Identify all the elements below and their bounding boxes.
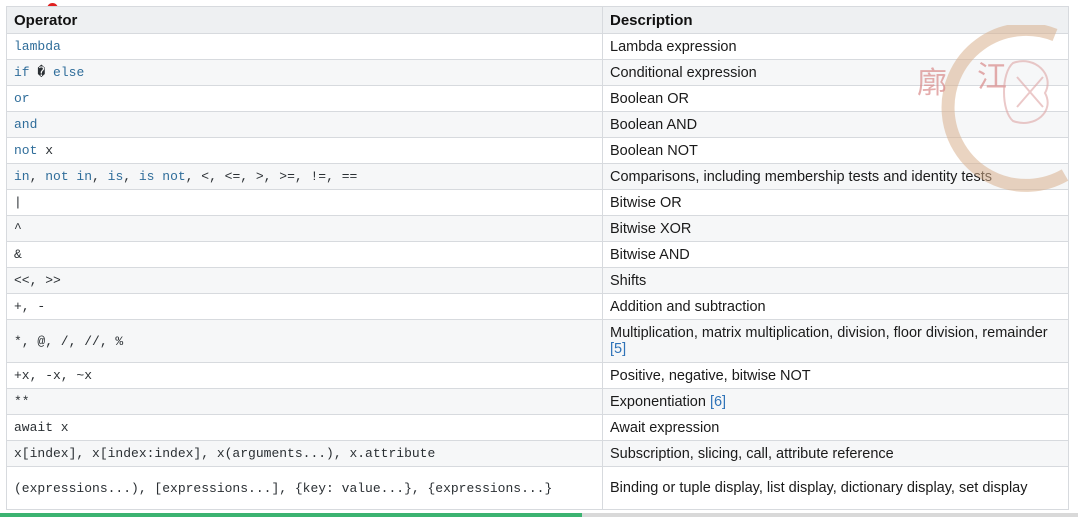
description-text: Exponentiation [610,393,706,410]
table-row: *, @, /, //, % Multiplication, matrix mul… [6,319,1069,363]
description-cell: Binding or tuple display, list display, … [602,466,1069,510]
operator-cell: +, - [6,293,603,320]
operator-keyword: lambda [14,39,61,54]
operator-cell: *, @, /, //, % [6,319,603,363]
description-text: Subscription, slicing, call, attribute r… [610,445,894,462]
operator-cell: <<, >> [6,267,603,294]
description-text: Bitwise XOR [610,220,692,237]
svg-text:廓: 廓 [917,66,947,101]
description-text: Boolean AND [610,116,698,133]
operator-cell: await x [6,414,603,441]
operator-text: , [29,169,46,184]
operator-text: ^ [14,221,22,236]
description-cell: Await expression [602,414,1069,441]
description-text: Await expression [610,419,720,436]
operator-keyword: and [14,117,38,132]
description-cell: Addition and subtraction [602,293,1069,320]
operator-text: ** [14,394,30,409]
table-row: <<, >> Shifts [6,267,1069,294]
operator-keyword: not in [45,169,93,184]
description-text: Boolean NOT [610,142,698,159]
video-progress-fill [0,513,583,517]
svg-text:江: 江 [977,60,1007,95]
description-cell: Bitwise AND [602,241,1069,268]
operator-cell: and [6,111,603,138]
description-cell: Positive, negative, bitwise NOT [602,362,1069,389]
operator-text: +, - [14,299,46,314]
operator-keyword: or [14,91,30,106]
operator-text: � [29,65,54,80]
operator-cell: x[index], x[index:index], x(arguments...… [6,440,603,467]
table-row: +, - Addition and subtraction [6,293,1069,320]
watermark-logo: 廓 江 [917,25,1069,192]
table-row: ^ Bitwise XOR [6,215,1069,242]
operator-text: *, @, /, //, % [14,333,124,349]
operator-cell: ** [6,388,603,415]
description-text: Bitwise OR [610,194,682,211]
table-row: x[index], x[index:index], x(arguments...… [6,440,1069,467]
operator-keyword: if [14,65,30,80]
operator-text: await x [14,420,69,435]
operator-keyword: is not [138,169,186,184]
footnote-link[interactable]: [5] [610,341,626,357]
operator-column-header: Operator [6,6,603,34]
operator-text: & [14,247,22,262]
operator-text: , [92,169,108,184]
operator-cell: not x [6,137,603,164]
operator-text: x [37,143,54,158]
table-row: (expressions...), [expressions...], {key… [6,466,1069,510]
operator-keyword: not [14,143,38,158]
operator-cell: +x, -x, ~x [6,362,603,389]
operator-text: x[index], x[index:index], x(arguments...… [14,446,436,461]
description-text: Addition and subtraction [610,298,766,315]
operator-text: , [123,169,139,184]
table-row: ** Exponentiation [6] [6,388,1069,415]
description-text: Bitwise AND [610,246,690,263]
description-cell: Subscription, slicing, call, attribute r… [602,440,1069,467]
operator-cell: if � else [6,59,603,86]
operator-text: <<, >> [14,273,61,288]
table-row: & Bitwise AND [6,241,1069,268]
operator-cell: lambda [6,33,603,60]
description-text: Positive, negative, bitwise NOT [610,367,811,384]
description-text: Binding or tuple display, list display, … [610,480,1028,496]
operator-cell: or [6,85,603,112]
table-row: +x, -x, ~x Positive, negative, bitwise NO… [6,362,1069,389]
description-text: Multiplication, matrix multiplication, d… [610,325,1048,341]
description-text: Lambda expression [610,38,737,55]
description-cell: Bitwise XOR [602,215,1069,242]
operator-cell: | [6,189,603,216]
description-cell: Exponentiation [6] [602,388,1069,415]
operator-cell: ^ [6,215,603,242]
operator-text: , <, <=, >, >=, !=, == [185,169,358,184]
operator-keyword: is [107,169,124,184]
operator-text: (expressions...), [expressions...], {key… [14,480,553,496]
operator-keyword: else [53,65,85,80]
description-cell: Shifts [602,267,1069,294]
operator-text: +x, -x, ~x [14,368,93,383]
description-text: Shifts [610,272,647,289]
operator-cell: & [6,241,603,268]
operator-cell: in, not in, is, is not, <, <=, >, >=, !=… [6,163,603,190]
description-text: Conditional expression [610,64,757,81]
description-text: Boolean OR [610,90,689,107]
operator-keyword: in [14,169,30,184]
table-row: await x Await expression [6,414,1069,441]
video-progress-bar[interactable] [0,513,1078,517]
footnote-link[interactable]: [6] [710,394,726,410]
description-cell: Multiplication, matrix multiplication, d… [602,319,1069,363]
operator-text: | [14,195,22,210]
operator-cell: (expressions...), [expressions...], {key… [6,466,603,510]
